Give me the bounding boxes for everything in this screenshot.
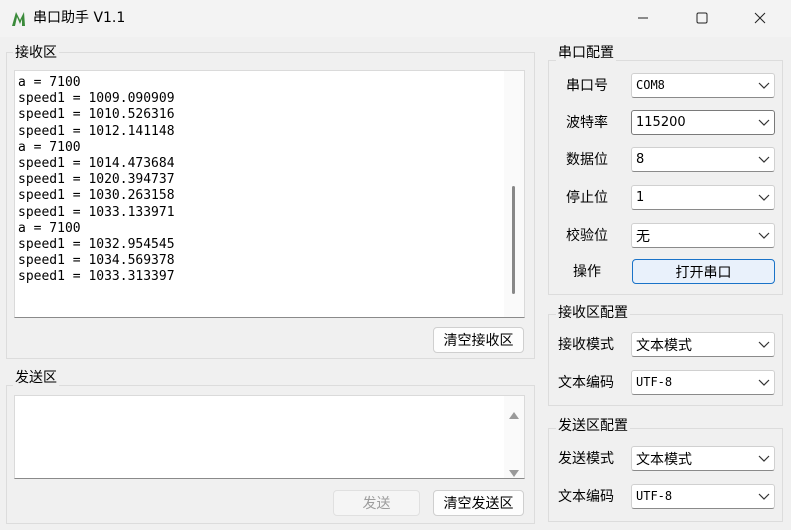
close-icon [754,9,766,28]
clear-send-button[interactable]: 清空发送区 [433,490,524,516]
chevron-down-icon [754,447,774,470]
receive-line: speed1 = 1014.473684 [18,156,175,172]
title-bar: 串口助手 V1.1 [0,0,791,37]
receive-line: speed1 = 1033.133971 [18,204,175,220]
chevron-down-icon [754,224,774,247]
port-label: 串口号 [566,78,608,94]
databits-select[interactable]: 8 [631,147,775,172]
receive-textarea[interactable]: a = 7100 speed1 = 1009.090909 speed1 = 101… [14,70,525,318]
send-textarea[interactable] [14,395,525,479]
minimize-icon [637,9,649,28]
chevron-down-icon [754,371,774,394]
databits-value: 8 [636,152,645,167]
send-config-label: 发送区配置 [556,417,630,435]
baud-value: 115200 [636,115,686,130]
receive-mode-label: 接收模式 [558,337,614,353]
receive-line: speed1 = 1032.954545 [18,237,175,253]
maximize-button[interactable] [679,0,725,37]
receive-encoding-value: UTF-8 [636,375,673,390]
app-icon [8,8,28,28]
receive-line: a = 7100 [18,220,81,236]
receive-line: speed1 = 1012.141148 [18,123,175,139]
receive-config-label: 接收区配置 [556,304,630,322]
chevron-down-icon [754,74,774,97]
operate-label: 操作 [573,264,601,280]
receive-line: speed1 = 1009.090909 [18,91,175,107]
scroll-down-icon[interactable] [509,463,519,482]
databits-label: 数据位 [566,152,608,168]
send-encoding-label: 文本编码 [558,489,614,505]
receive-line: speed1 = 1033.313397 [18,269,175,285]
window-title: 串口助手 V1.1 [33,10,126,26]
receive-scrollbar[interactable] [504,71,524,317]
chevron-down-icon [754,485,774,508]
baud-label: 波特率 [566,115,608,131]
parity-label: 校验位 [566,228,608,244]
receive-scrollbar-thumb[interactable] [512,186,515,294]
receive-line: speed1 = 1010.526316 [18,107,175,123]
chevron-down-icon [754,186,774,209]
parity-select[interactable]: 无 [631,223,775,248]
chevron-down-icon [754,111,774,134]
receive-mode-value: 文本模式 [636,337,692,354]
stopbits-select[interactable]: 1 [631,185,775,210]
scroll-up-icon[interactable] [509,404,519,423]
receive-line: a = 7100 [18,139,81,155]
send-group-label: 发送区 [13,369,59,387]
port-value: COM8 [636,78,665,93]
send-mode-select[interactable]: 文本模式 [631,446,775,471]
parity-value: 无 [636,228,650,245]
open-port-button[interactable]: 打开串口 [632,259,775,284]
receive-mode-select[interactable]: 文本模式 [631,332,775,357]
receive-line: speed1 = 1030.263158 [18,188,175,204]
maximize-icon [696,9,708,28]
stopbits-label: 停止位 [566,190,608,206]
send-encoding-value: UTF-8 [636,489,673,504]
send-encoding-select[interactable]: UTF-8 [631,484,775,509]
clear-receive-button[interactable]: 清空接收区 [433,327,524,353]
send-mode-value: 文本模式 [636,451,692,468]
minimize-button[interactable] [620,0,666,37]
receive-line: speed1 = 1020.394737 [18,172,175,188]
receive-encoding-label: 文本编码 [558,375,614,391]
serial-config-label: 串口配置 [556,44,616,62]
send-button[interactable]: 发送 [333,490,420,516]
send-scrollbar[interactable] [504,396,524,478]
chevron-down-icon [754,148,774,171]
send-mode-label: 发送模式 [558,451,614,467]
stopbits-value: 1 [636,190,645,205]
receive-group-label: 接收区 [13,44,59,62]
receive-line: a = 7100 [18,75,81,90]
receive-line: speed1 = 1034.569378 [18,253,175,269]
close-button[interactable] [737,0,783,37]
baud-select[interactable]: 115200 [631,110,775,135]
receive-encoding-select[interactable]: UTF-8 [631,370,775,395]
receive-text: a = 7100 speed1 = 1009.090909 speed1 = 101… [18,75,175,286]
port-select[interactable]: COM8 [631,73,775,98]
chevron-down-icon [754,333,774,356]
